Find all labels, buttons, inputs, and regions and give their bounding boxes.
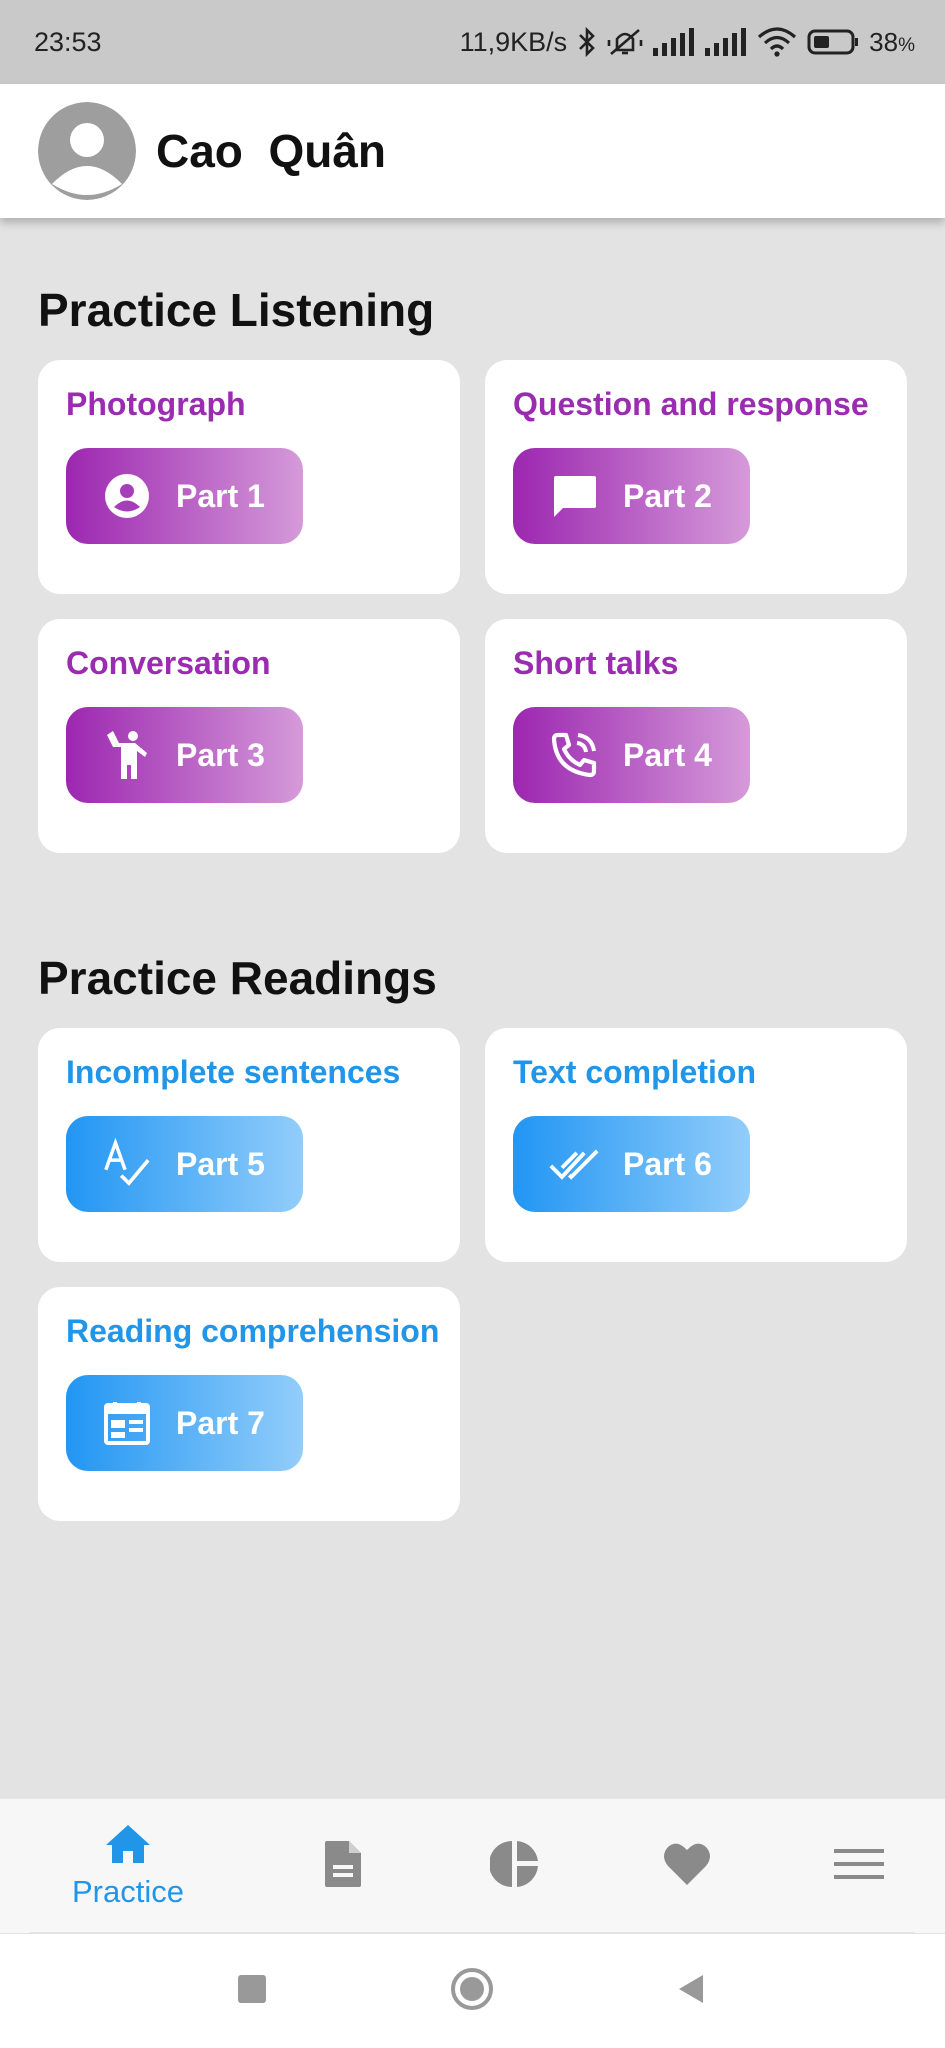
- nav-statistics[interactable]: [440, 1799, 590, 1934]
- card-short-talks[interactable]: Short talks Part 4: [485, 619, 907, 853]
- card-conversation[interactable]: Conversation Part 3: [38, 619, 460, 853]
- status-time: 23:53: [34, 26, 102, 57]
- app-header: Cao Quân: [0, 84, 945, 218]
- card-incomplete-sentences[interactable]: Incomplete sentences Part 5: [38, 1028, 460, 1262]
- menu-icon: [834, 1847, 884, 1886]
- person-icon: [102, 471, 152, 521]
- square-icon: [237, 1974, 267, 2009]
- person-waving-icon: [102, 730, 152, 780]
- card-reading-comprehension[interactable]: Reading comprehension Part 7: [38, 1287, 460, 1521]
- part-label: Part 1: [176, 477, 265, 514]
- nav-menu[interactable]: [784, 1799, 934, 1934]
- avatar[interactable]: [38, 102, 136, 200]
- battery-percent: 38%: [869, 26, 915, 57]
- part-label: Part 2: [623, 477, 712, 514]
- part-1-button[interactable]: Part 1: [66, 448, 303, 544]
- part-label: Part 3: [176, 736, 265, 773]
- heart-icon: [662, 1841, 712, 1892]
- card-photograph[interactable]: Photograph Part 1: [38, 360, 460, 594]
- nav-practice-label: Practice: [72, 1874, 184, 1909]
- pie-chart-icon: [489, 1839, 540, 1894]
- card-title: Short talks: [513, 645, 679, 681]
- part-label: Part 7: [176, 1404, 265, 1441]
- section-title-listening: Practice Listening: [38, 284, 435, 336]
- status-bar: 23:53 11,9KB/s 38%: [0, 0, 945, 84]
- calendar-table-icon: [102, 1398, 152, 1448]
- system-nav-bar: [0, 1934, 945, 2048]
- part-label: Part 4: [623, 736, 712, 773]
- part-3-button[interactable]: Part 3: [66, 707, 303, 803]
- spellcheck-icon: [102, 1138, 152, 1189]
- card-title: Question and response: [513, 386, 869, 422]
- section-title-reading: Practice Readings: [38, 952, 437, 1004]
- card-title: Incomplete sentences: [66, 1054, 401, 1090]
- network-speed: 11,9KB/s: [459, 26, 568, 57]
- card-title: Photograph: [66, 386, 246, 422]
- user-name: Cao Quân: [156, 125, 387, 177]
- part-label: Part 5: [176, 1145, 265, 1182]
- part-6-button[interactable]: Part 6: [513, 1116, 750, 1212]
- part-4-button[interactable]: Part 4: [513, 707, 750, 803]
- signal-icon: [653, 28, 695, 56]
- part-5-button[interactable]: Part 5: [66, 1116, 303, 1212]
- double-check-icon: [549, 1139, 599, 1189]
- home-system-button[interactable]: [432, 1934, 512, 2048]
- bluetooth-icon: [577, 26, 597, 58]
- part-7-button[interactable]: Part 7: [66, 1375, 303, 1471]
- card-title: Reading comprehension: [66, 1313, 440, 1349]
- avatar-placeholder-icon: [38, 102, 136, 200]
- card-title: Conversation: [66, 645, 271, 681]
- home-icon: [104, 1823, 152, 1870]
- battery-icon: [807, 28, 859, 56]
- part-2-button[interactable]: Part 2: [513, 448, 750, 544]
- nav-favorites[interactable]: [612, 1799, 762, 1934]
- back-triangle-icon: [675, 1973, 705, 2010]
- phone-ringing-icon: [549, 730, 599, 780]
- card-title: Text completion: [513, 1054, 756, 1090]
- card-question-response[interactable]: Question and response Part 2: [485, 360, 907, 594]
- wifi-icon: [757, 27, 797, 57]
- circle-icon: [450, 1967, 494, 2016]
- card-text-completion[interactable]: Text completion Part 6: [485, 1028, 907, 1262]
- nav-practice[interactable]: Practice: [53, 1799, 203, 1934]
- vibrate-off-icon: [607, 26, 643, 58]
- status-icons: 11,9KB/s 38%: [460, 26, 915, 58]
- part-label: Part 6: [623, 1145, 712, 1182]
- bottom-nav: Practice: [0, 1798, 945, 1933]
- signal-icon-2: [705, 28, 747, 56]
- chat-bubble-icon: [549, 471, 599, 521]
- back-system-button[interactable]: [650, 1934, 730, 2048]
- nav-documents[interactable]: [268, 1799, 418, 1934]
- document-icon: [323, 1839, 363, 1894]
- recent-apps-button[interactable]: [212, 1934, 292, 2048]
